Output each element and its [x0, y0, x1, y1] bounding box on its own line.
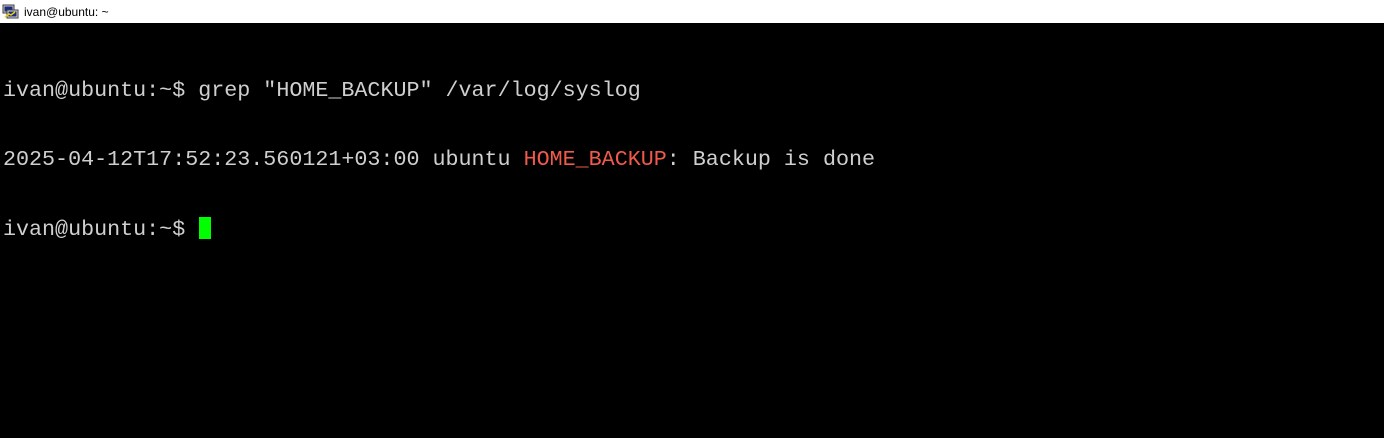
terminal-line-command: ivan@ubuntu:~$ grep "HOME_BACKUP" /var/l… [3, 79, 1384, 102]
log-message: : Backup is done [666, 147, 875, 172]
terminal-cursor [199, 217, 212, 239]
window-title: ivan@ubuntu: ~ [24, 4, 109, 19]
log-prefix: 2025-04-12T17:52:23.560121+03:00 ubuntu [3, 147, 524, 172]
grep-match-highlight: HOME_BACKUP [523, 147, 667, 172]
putty-terminal-icon[interactable] [2, 3, 20, 21]
terminal-line-result: 2025-04-12T17:52:23.560121+03:00 ubuntu … [3, 148, 1384, 171]
terminal-line-prompt: ivan@ubuntu:~$ [3, 217, 1384, 242]
terminal-output[interactable]: ivan@ubuntu:~$ grep "HOME_BACKUP" /var/l… [0, 23, 1384, 438]
shell-prompt: ivan@ubuntu:~$ [3, 217, 199, 242]
title-bar[interactable]: ivan@ubuntu: ~ [0, 0, 1384, 23]
terminal-window: ivan@ubuntu: ~ ivan@ubuntu:~$ grep "HOME… [0, 0, 1384, 438]
command-text: grep "HOME_BACKUP" /var/log/syslog [198, 78, 641, 103]
shell-prompt: ivan@ubuntu:~$ [3, 78, 199, 103]
